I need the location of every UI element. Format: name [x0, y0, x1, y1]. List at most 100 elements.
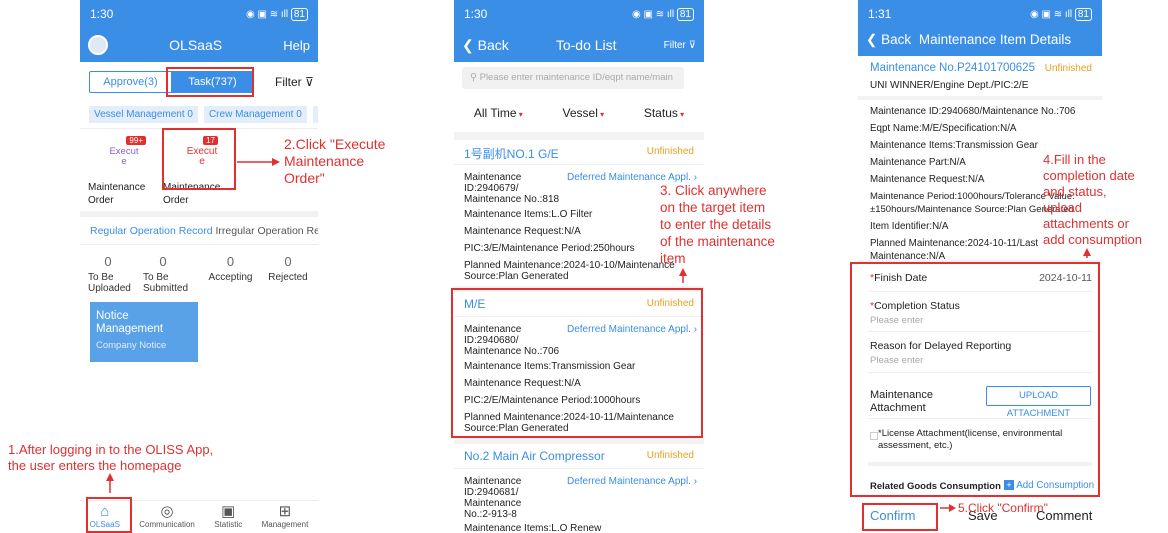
- stat-label: To Be Submitted: [143, 272, 189, 294]
- status-bar: 1:30 ◉ ▣ ≋ ıll 81: [80, 0, 318, 28]
- highlight-form: [850, 262, 1100, 497]
- annotation-step-2: 2.Click "Execute Maintenance Order": [284, 136, 386, 186]
- tab-regular-record[interactable]: Regular Operation Record: [90, 225, 213, 237]
- filter-vessel[interactable]: Vessel ▾: [563, 106, 605, 120]
- highlight-confirm: [862, 503, 938, 531]
- stat-label: Rejected: [268, 272, 308, 283]
- filter-button[interactable]: Filter ⊽: [664, 40, 696, 51]
- filter-button[interactable]: Filter ⊽: [275, 75, 314, 89]
- maintenance-no: Maintenance No.P24101700625: [870, 62, 1035, 74]
- execute-label-1: Execut e: [109, 146, 139, 167]
- nav-statistic[interactable]: ▣ Statistic: [214, 503, 242, 533]
- status-icons: ◉ ▣ ≋ ıll 81: [1030, 7, 1092, 21]
- annotation-step-5: 5.Click "Confirm": [958, 501, 1048, 515]
- chip-more[interactable]: M: [312, 106, 318, 123]
- nav-communication[interactable]: ◎ Communication: [139, 503, 195, 533]
- filter-label: All Time: [473, 106, 517, 120]
- maintenance-order-label-1: Maintenance Order: [88, 182, 146, 206]
- search-input[interactable]: ⚲ Please enter maintenance ID/eqpt name/…: [462, 67, 684, 89]
- status-time: 1:30: [464, 7, 488, 21]
- item-status: Unfinished: [646, 450, 694, 461]
- nav-label: Management: [261, 520, 309, 529]
- chevron-down-icon: ▾: [516, 110, 523, 119]
- avatar[interactable]: [88, 35, 108, 55]
- detail-line: Eqpt Name:M/E/Specification:N/A: [870, 123, 1017, 134]
- item-status: Unfinished: [646, 146, 694, 157]
- battery-level: 81: [1074, 7, 1092, 21]
- nav-label: Statistic: [214, 520, 243, 529]
- stat-value: 0: [104, 254, 112, 269]
- battery-level: 81: [676, 7, 694, 21]
- stat-rejected[interactable]: 0 Rejected: [263, 254, 313, 294]
- filter-icon: ⊽: [688, 39, 696, 51]
- stat-to-be-uploaded[interactable]: 0 To Be Uploaded: [88, 254, 138, 294]
- statistic-icon: ▣: [221, 503, 236, 520]
- list-item[interactable]: No.2 Main Air Compressor Unfinished Main…: [454, 444, 704, 533]
- stat-to-be-submitted[interactable]: 0 To Be Submitted: [143, 254, 198, 294]
- app-header: 1:30 ◉ ▣ ≋ ıll 81 OLSaaS Help: [80, 0, 318, 62]
- status-icons: ◉ ▣ ≋ ıll 81: [246, 7, 308, 21]
- tab-approve[interactable]: Approve(3): [89, 71, 172, 93]
- item-name: 1号副机NO.1 G/E: [464, 147, 559, 161]
- annotation-step-4: 4.Fill in the completion date and status…: [1043, 152, 1143, 247]
- back-label: Back: [477, 36, 509, 53]
- item-line: Maintenance Items:L.O Filter: [464, 209, 593, 220]
- status-bar: 1:31 ◉ ▣ ≋ ıll 81: [858, 0, 1102, 28]
- nav-label: Communication: [139, 520, 195, 529]
- item-line: Planned Maintenance:2024-10-10/Maintenan…: [464, 260, 675, 282]
- chip-crew[interactable]: Crew Management 0: [203, 106, 307, 123]
- stat-accepting[interactable]: 0 Accepting: [203, 254, 258, 294]
- stat-label: To Be Uploaded: [88, 272, 131, 294]
- chevron-left-icon: ❮: [866, 32, 878, 47]
- execute-button-1[interactable]: 99+ Execut e: [104, 136, 146, 170]
- annotation-step-1: 1.After logging in to the OLISS App, the…: [8, 442, 214, 473]
- detail-line: Maintenance ID:2940680/Maintenance No.:7…: [870, 106, 1076, 117]
- app-header: 1:31 ◉ ▣ ≋ ıll 81 ❮ Back Maintenance Ite…: [858, 0, 1102, 56]
- help-link[interactable]: Help: [283, 38, 310, 53]
- item-line: Maintenance Items:L.O Renew: [464, 523, 602, 533]
- status-bar: 1:30 ◉ ▣ ≋ ıll 81: [454, 0, 704, 28]
- stat-value: 0: [284, 254, 292, 269]
- filter-label: Filter: [663, 39, 686, 51]
- highlight-olsaas-nav: [86, 497, 132, 533]
- ship-info: UNI WINNER/Engine Dept./PIC:2/E: [870, 80, 1029, 91]
- detail-line: Maintenance Items:Transmission Gear: [870, 140, 1038, 151]
- filter-label: Filter: [275, 75, 302, 89]
- stats-row: 0 To Be Uploaded 0 To Be Submitted 0 Accept…: [88, 254, 313, 294]
- filter-icon: ⊽: [305, 75, 314, 89]
- search-placeholder: Please enter maintenance ID/eqpt name/ma…: [479, 72, 673, 83]
- stat-label: Accepting: [208, 272, 253, 283]
- status-time: 1:31: [868, 7, 892, 21]
- nav-management[interactable]: ⊞ Management: [262, 503, 309, 533]
- chip-row: Vessel Management 0 Crew Management 0 M: [89, 106, 318, 123]
- status-badge: Unfinished: [1044, 63, 1092, 74]
- highlight-me-item: [451, 288, 703, 438]
- highlight-execute: [162, 128, 236, 190]
- stat-value: 0: [226, 254, 235, 269]
- chevron-down-icon: ▾: [597, 110, 605, 119]
- stat-value: 0: [159, 254, 167, 269]
- filter-status[interactable]: Status ▾: [644, 106, 684, 120]
- page-title: To-do List: [555, 37, 617, 53]
- back-label: Back: [881, 32, 912, 47]
- deferred-label: Deferred Maintenance Appl.: [567, 476, 691, 487]
- management-icon: ⊞: [278, 503, 292, 520]
- filter-row: All Time ▾ Vessel ▾ Status ▾: [454, 106, 704, 120]
- chevron-right-icon: ›: [693, 476, 698, 487]
- back-button[interactable]: ❮ Back: [462, 37, 509, 54]
- annotation-step-3: 3. Click anywhere on the target item to …: [660, 183, 775, 266]
- status-time: 1:30: [90, 7, 114, 21]
- item-name: No.2 Main Air Compressor: [464, 449, 605, 463]
- battery-level: 81: [290, 7, 308, 21]
- filter-all-time[interactable]: All Time ▾: [474, 106, 523, 120]
- filter-label: Status: [643, 106, 678, 120]
- badge-count-1: 99+: [126, 136, 146, 145]
- tab-irregular-record[interactable]: Irregular Operation Record: [216, 225, 319, 237]
- deferred-link[interactable]: Deferred Maintenance Appl. ›: [567, 476, 697, 487]
- back-button[interactable]: ❮ Back: [866, 32, 911, 47]
- status-icons: ◉ ▣ ≋ ıll 81: [632, 7, 694, 21]
- chip-vessel[interactable]: Vessel Management 0: [89, 106, 198, 123]
- notice-management-card[interactable]: Notice Management Company Notice: [90, 302, 198, 362]
- page-title: OLSaaS: [169, 37, 223, 53]
- chevron-left-icon: ❮: [462, 36, 474, 53]
